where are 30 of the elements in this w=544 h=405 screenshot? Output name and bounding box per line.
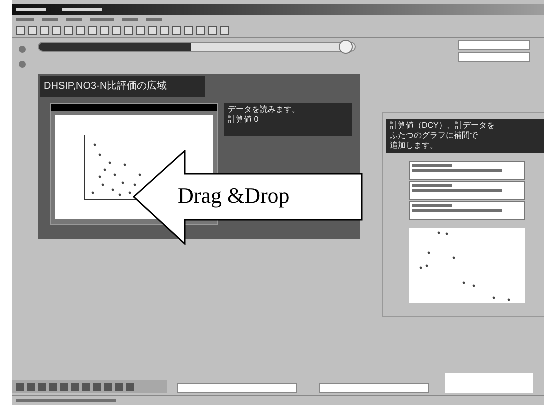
arrow-label: Drag &Drop <box>178 183 290 209</box>
text-line-drawing <box>412 204 452 207</box>
dropdown[interactable] <box>458 40 530 50</box>
list-box[interactable] <box>409 161 525 180</box>
dropdown[interactable] <box>458 52 530 62</box>
text-line-drawing <box>90 18 114 21</box>
input-field[interactable] <box>445 373 533 393</box>
text-line-drawing <box>412 184 452 187</box>
panel-note-line: データを読みます。 <box>228 105 301 115</box>
text-line-drawing <box>16 8 46 11</box>
text-line-drawing <box>146 18 162 21</box>
list-box[interactable] <box>409 201 525 220</box>
dropdown[interactable] <box>319 383 429 393</box>
text-line-drawing <box>66 18 82 21</box>
text-line-drawing <box>62 8 102 11</box>
panel-note-line: 計算値 0 <box>228 115 260 125</box>
text-line-drawing <box>16 18 34 21</box>
text-line-drawing <box>42 18 58 21</box>
text-line-drawing <box>412 164 452 167</box>
dropdown[interactable] <box>177 383 297 393</box>
pin-icon[interactable] <box>18 46 26 53</box>
slider-thumb[interactable] <box>338 40 353 54</box>
side-note-line: ふたつのグラフに補間で <box>390 131 479 141</box>
side-note-line: 計算値（DCY）、計データを <box>390 121 496 131</box>
panel-heading: DHSIP,NO3-N比評価の広域 <box>40 76 205 97</box>
list-box[interactable] <box>409 181 525 200</box>
pin-icon[interactable] <box>18 61 26 68</box>
text-line-drawing <box>122 18 138 21</box>
timeline-slider[interactable] <box>38 42 356 52</box>
side-note-line: 追加します。 <box>390 141 439 151</box>
